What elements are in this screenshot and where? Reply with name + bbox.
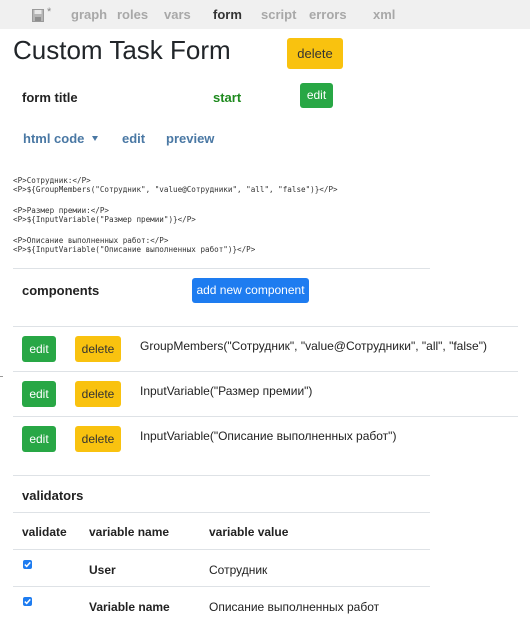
edit-component-button[interactable]: edit: [22, 381, 56, 407]
variable-name-cell: Variable name: [89, 600, 170, 614]
code-line: <P>Размер премии:</P>: [13, 206, 110, 215]
tab-errors[interactable]: errors: [309, 7, 347, 22]
delete-component-button[interactable]: delete: [75, 336, 121, 362]
delete-component-button[interactable]: delete: [75, 426, 121, 452]
chevron-down-icon[interactable]: [92, 136, 98, 141]
divider: [13, 475, 430, 476]
component-name: GroupMembers("Сотрудник", "value@Сотрудн…: [140, 339, 487, 353]
add-component-button[interactable]: add new component: [192, 278, 309, 303]
divider: [13, 512, 430, 513]
column-header-validate: validate: [22, 525, 67, 539]
validators-heading: validators: [22, 488, 84, 503]
variable-name-cell: User: [89, 563, 116, 577]
page-title: Custom Task Form: [13, 35, 231, 65]
code-line: <P>${InputVariable("Описание выполненных…: [13, 245, 256, 254]
tab-form[interactable]: form: [213, 7, 242, 22]
component-name: InputVariable("Описание выполненных рабо…: [140, 429, 397, 443]
variable-value-cell: Сотрудник: [209, 563, 268, 577]
code-line: <P>${GroupMembers("Сотрудник", "value@Со…: [13, 185, 338, 194]
tab-graph[interactable]: graph: [71, 7, 107, 22]
column-header-variable-name: variable name: [89, 525, 170, 539]
code-line: <P>Сотрудник:</P>: [13, 176, 91, 185]
edit-code-link[interactable]: edit: [122, 131, 145, 146]
tab-roles[interactable]: roles: [117, 7, 148, 22]
column-header-variable-value: variable value: [209, 525, 289, 539]
html-code-dropdown[interactable]: html code: [23, 131, 84, 146]
divider: [13, 549, 430, 550]
tab-script[interactable]: script: [261, 7, 296, 22]
validate-checkbox[interactable]: [23, 560, 32, 569]
save-icon[interactable]: [32, 9, 44, 22]
variable-value-cell: Описание выполненных работ: [209, 600, 380, 614]
form-title-label: form title: [22, 90, 78, 105]
divider: [13, 268, 430, 269]
edit-component-button[interactable]: edit: [22, 336, 56, 362]
code-line: <P>${InputVariable("Размер премии")}</P>: [13, 215, 196, 224]
delete-form-button[interactable]: delete: [287, 38, 343, 69]
delete-component-button[interactable]: delete: [75, 381, 121, 407]
tab-xml[interactable]: xml: [373, 7, 395, 22]
divider: [13, 416, 518, 417]
divider: [13, 371, 518, 372]
tab-vars[interactable]: vars: [164, 7, 191, 22]
divider: [13, 326, 518, 327]
top-nav: * graph roles vars form script errors xm…: [0, 0, 530, 29]
form-title-value: start: [213, 90, 242, 105]
edit-form-title-button[interactable]: edit: [300, 83, 333, 108]
divider: [13, 586, 430, 587]
component-name: InputVariable("Размер премии"): [140, 384, 313, 398]
validate-checkbox[interactable]: [23, 597, 32, 606]
components-heading: components: [22, 283, 100, 298]
page-marker: [0, 376, 3, 377]
edit-component-button[interactable]: edit: [22, 426, 56, 452]
unsaved-marker: *: [47, 6, 52, 18]
preview-link[interactable]: preview: [166, 131, 214, 146]
code-line: <P>Описание выполненных работ:</P>: [13, 236, 169, 245]
